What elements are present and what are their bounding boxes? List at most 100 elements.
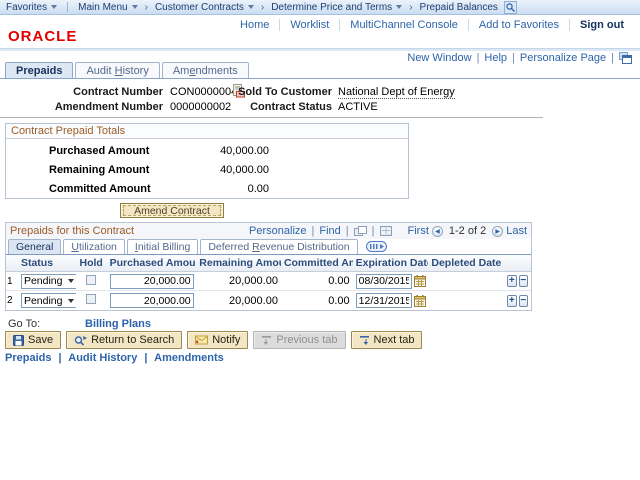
remaining-column-header: Remaining Amount: [196, 257, 281, 269]
save-label: Save: [28, 334, 53, 346]
personalize-page-link[interactable]: Personalize Page: [520, 52, 606, 64]
purchased-amount-input[interactable]: [110, 293, 194, 308]
contract-number-label: Contract Number: [0, 86, 163, 98]
page-action-bar: New Window Help Personalize Page: [407, 52, 632, 64]
save-icon: [13, 335, 24, 346]
new-window-link[interactable]: New Window: [407, 52, 471, 64]
find-link[interactable]: Find: [319, 225, 340, 237]
return-to-search-button[interactable]: Return to Search: [66, 331, 182, 349]
breadcrumb: Favorites Main Menu Customer Contracts D…: [0, 0, 640, 15]
notify-button[interactable]: Notify: [187, 331, 248, 349]
notify-label: Notify: [212, 334, 240, 346]
main-menu[interactable]: Main Menu: [78, 2, 137, 13]
add-row-button[interactable]: +: [507, 295, 516, 307]
personalize-link[interactable]: Personalize: [249, 225, 306, 237]
breadcrumb-search-icon[interactable]: [504, 1, 517, 14]
group-box-title: Contract Prepaid Totals: [6, 124, 408, 139]
row-actions: + −: [502, 295, 531, 307]
home-link[interactable]: Home: [230, 19, 279, 31]
sold-to-customer-value[interactable]: National Dept of Energy: [338, 86, 455, 99]
page-back-icon[interactable]: ◀: [432, 226, 443, 237]
multichannel-console-link[interactable]: MultiChannel Console: [339, 19, 468, 31]
next-tab-label: Next tab: [374, 334, 415, 346]
chevron-down-icon: [132, 5, 138, 9]
last-link[interactable]: Last: [506, 225, 527, 237]
purchased-amount-input[interactable]: [110, 274, 194, 289]
breadcrumb-label: Customer Contracts: [155, 2, 244, 13]
breadcrumb-divider: [67, 2, 68, 12]
status-select[interactable]: Pending: [21, 274, 76, 289]
sign-out-link[interactable]: Sign out: [569, 19, 634, 31]
breadcrumb-current-page: Prepaid Balances: [420, 2, 498, 13]
oracle-logo: ORACLE: [8, 28, 77, 45]
remaining-amount-label: Remaining Amount: [49, 164, 209, 176]
grid-tab-initial-billing[interactable]: Initial Billing: [127, 239, 198, 254]
favorites-menu[interactable]: Favorites: [6, 2, 57, 13]
sold-to-customer-label: Sold To Customer: [238, 86, 332, 98]
contract-number-value: CON0000004: [170, 86, 237, 98]
expiration-cell: [353, 274, 429, 289]
expiration-date-input[interactable]: [356, 274, 412, 289]
breadcrumb-label: Determine Price and Terms: [271, 2, 392, 13]
footer-audit-history-link[interactable]: Audit History: [68, 352, 137, 364]
billing-plans-link[interactable]: Billing Plans: [85, 318, 151, 330]
save-button[interactable]: Save: [5, 331, 61, 349]
grid-tab-general[interactable]: General: [8, 239, 61, 254]
breadcrumb-separator: [261, 2, 264, 13]
footer-prepaids-link[interactable]: Prepaids: [5, 352, 51, 364]
breadcrumb-customer-contracts[interactable]: Customer Contracts: [155, 2, 254, 13]
committed-amount-value: 0.00: [281, 295, 353, 307]
header-links: Home Worklist MultiChannel Console Add t…: [230, 19, 634, 31]
table-row: 1 Pending 20,000.00 0.00: [6, 272, 531, 291]
dropdown-arrow-icon: [67, 299, 76, 303]
footer-amendments-link[interactable]: Amendments: [154, 352, 224, 364]
delete-row-button[interactable]: −: [519, 275, 528, 287]
return-to-search-icon: [74, 335, 87, 346]
expiration-date-input[interactable]: [356, 293, 412, 308]
calendar-icon[interactable]: [414, 275, 426, 287]
grid-tab-deferred-revenue[interactable]: Deferred Revenue Distribution: [200, 239, 357, 254]
remaining-amount-value: 20,000.00: [196, 295, 281, 307]
prepaids-grid: Prepaids for this Contract Personalize F…: [5, 222, 532, 311]
expiration-column-header: Expiration Date: [353, 257, 429, 269]
calendar-icon[interactable]: [414, 295, 426, 307]
hold-cell: [76, 294, 107, 307]
download-icon[interactable]: [380, 226, 392, 236]
hold-checkbox[interactable]: [86, 294, 96, 304]
view-all-icon[interactable]: [354, 226, 367, 236]
amend-contract-button[interactable]: Amend Contract: [120, 203, 224, 218]
worklist-link[interactable]: Worklist: [279, 19, 339, 31]
amendment-number-value: 0000000002: [170, 101, 231, 113]
page-forward-icon[interactable]: ▶: [492, 226, 503, 237]
add-row-button[interactable]: +: [507, 275, 516, 287]
tools-separator: [346, 225, 349, 237]
status-column-header: Status: [18, 257, 76, 269]
table-row: 2 Pending 20,000.00 0.00: [6, 291, 531, 310]
breadcrumb-separator: [409, 2, 412, 13]
contract-status-value: ACTIVE: [338, 101, 378, 113]
chevron-down-icon: [396, 5, 402, 9]
grid-column-headers: Status Hold Purchased Amount Remaining A…: [6, 255, 531, 272]
main-menu-label: Main Menu: [78, 2, 127, 13]
status-select[interactable]: Pending: [21, 293, 76, 308]
show-all-columns-icon[interactable]: [366, 241, 387, 252]
next-tab-button[interactable]: Next tab: [351, 331, 423, 349]
purchased-amount-label: Purchased Amount: [49, 145, 209, 157]
contract-prepaid-totals-box: Contract Prepaid Totals Purchased Amount…: [5, 123, 409, 199]
breadcrumb-determine-price[interactable]: Determine Price and Terms: [271, 2, 402, 13]
grid-tab-utilization[interactable]: Utilization: [63, 239, 125, 254]
tab-amendments[interactable]: Amendments: [162, 62, 249, 79]
tab-prepaids[interactable]: Prepaids: [5, 62, 73, 79]
help-link[interactable]: Help: [484, 52, 507, 64]
expiration-cell: [353, 293, 429, 308]
hold-checkbox[interactable]: [86, 275, 96, 285]
first-link[interactable]: First: [408, 225, 429, 237]
delete-row-button[interactable]: −: [519, 295, 528, 307]
status-cell: Pending: [18, 293, 76, 308]
new-window-icon[interactable]: [619, 52, 632, 64]
row-number: 2: [6, 295, 18, 306]
remaining-amount-value: 40,000.00: [209, 164, 269, 176]
committed-amount-value: 0.00: [281, 275, 353, 287]
tab-audit-history[interactable]: Audit History: [75, 62, 159, 79]
add-to-favorites-link[interactable]: Add to Favorites: [468, 19, 569, 31]
